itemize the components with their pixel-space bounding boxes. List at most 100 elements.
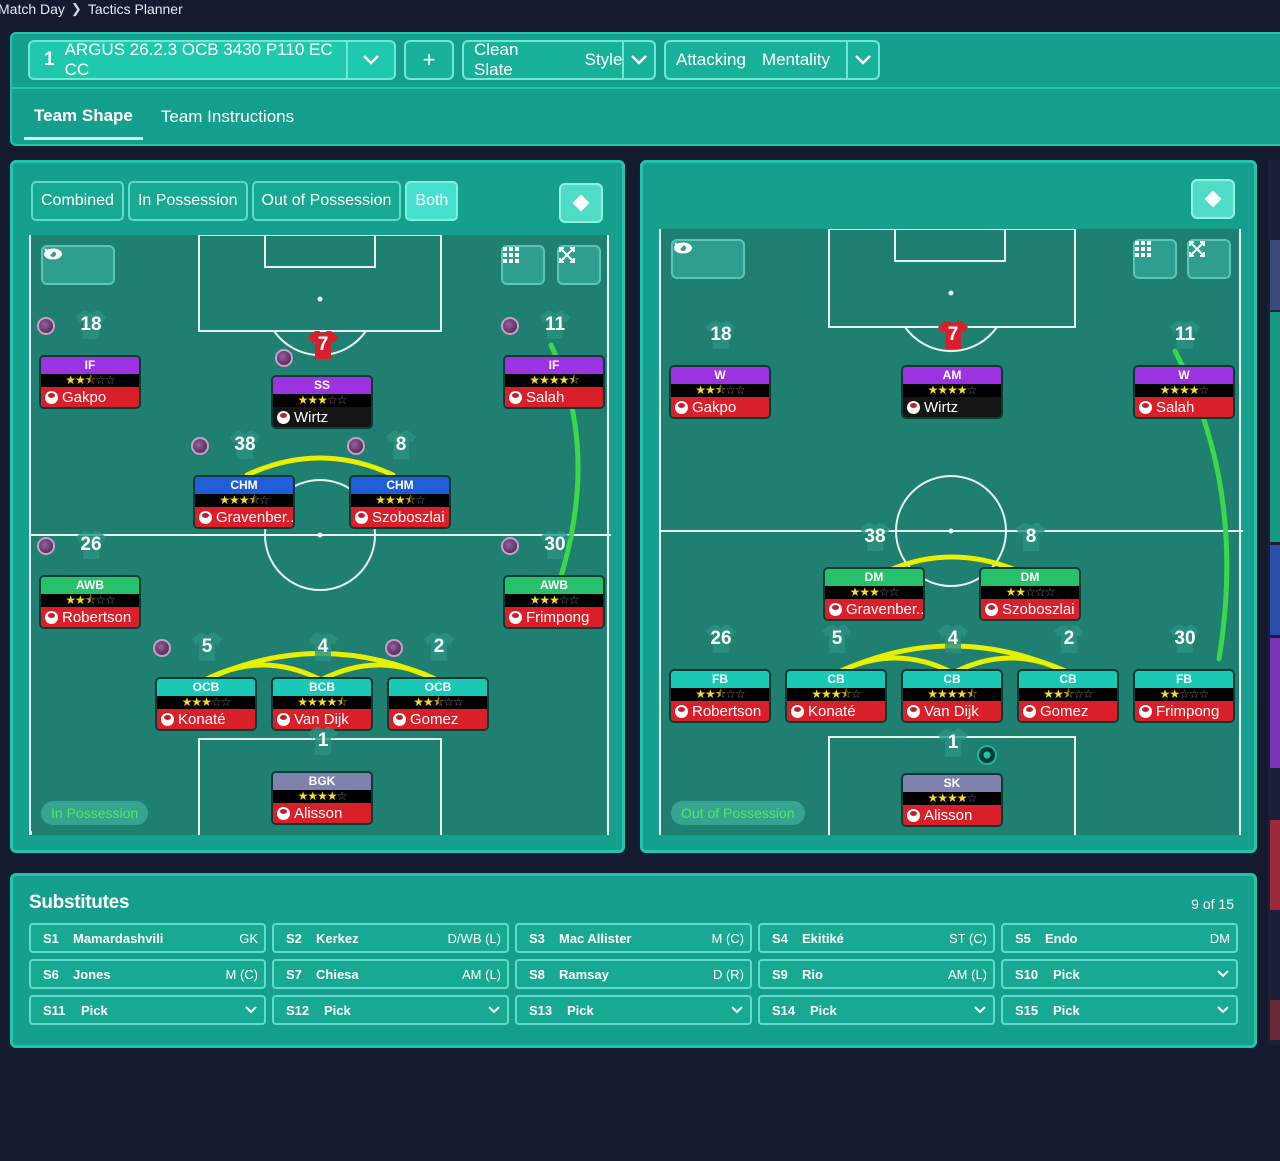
player-role-card[interactable]: BCB ★★★★⯪ Van Dijk bbox=[271, 677, 373, 731]
chevron-down-icon[interactable] bbox=[730, 1003, 744, 1018]
diamond-button[interactable] bbox=[1191, 179, 1235, 219]
player-card[interactable]: 18 IF ★★⯪☆☆ Gakpo bbox=[37, 311, 141, 409]
tab-team-shape[interactable]: Team Shape bbox=[24, 94, 143, 140]
player-role-card[interactable]: CB ★★⯪☆☆ Gomez bbox=[1017, 669, 1119, 723]
player-role-card[interactable]: IF ★★★★⯪ Salah bbox=[503, 355, 605, 409]
player-role-card[interactable]: AWB ★★★☆☆ Frimpong bbox=[503, 575, 605, 629]
player-role-card[interactable]: DM ★★★☆☆ Gravenber... bbox=[823, 567, 925, 621]
substitute-slot[interactable]: S2 Kerkez D/WB (L) bbox=[272, 923, 509, 953]
shirt-number: 30 bbox=[1174, 628, 1196, 649]
player-name: Salah bbox=[526, 388, 565, 406]
substitute-slot[interactable]: S5 Endo DM bbox=[1001, 923, 1238, 953]
substitute-slot[interactable]: S10 Pick bbox=[1001, 959, 1238, 989]
player-card[interactable]: 11 IF ★★★★⯪ Salah bbox=[501, 311, 605, 409]
add-tactic-button[interactable]: + bbox=[404, 40, 454, 80]
substitute-slot[interactable]: S3 Mac Allister M (C) bbox=[515, 923, 752, 953]
player-card[interactable]: 30 FB ★★☆☆☆ Frimpong bbox=[1133, 625, 1235, 723]
chevron-down-icon[interactable] bbox=[1216, 967, 1230, 982]
player-card[interactable]: 5 OCB ★★★☆☆ Konaté bbox=[153, 633, 257, 731]
player-role-card[interactable]: BGK ★★★★☆ Alisson bbox=[271, 771, 373, 825]
player-card[interactable]: 18 W ★★⯪☆☆ Gakpo bbox=[669, 321, 771, 419]
chevron-down-icon[interactable] bbox=[846, 42, 878, 78]
player-card[interactable]: 7 SS ★★★☆☆ Wirtz bbox=[271, 331, 373, 429]
substitutes-panel: Substitutes 9 of 15 S1 Mamardashvili GK S2 K… bbox=[10, 873, 1257, 1048]
visibility-toggle[interactable] bbox=[41, 245, 115, 285]
grid-view-button[interactable] bbox=[501, 245, 545, 285]
player-card[interactable]: 1 BGK ★★★★☆ Alisson bbox=[271, 727, 373, 825]
player-card[interactable]: 38 CHM ★★★⯪☆ Gravenber... bbox=[191, 431, 295, 529]
substitute-slot[interactable]: S11 Pick bbox=[29, 995, 266, 1025]
chevron-down-icon[interactable] bbox=[346, 42, 394, 78]
player-card[interactable]: 4 CB ★★★★⯪ Van Dijk bbox=[901, 625, 1003, 723]
player-card[interactable]: 2 OCB ★★⯪☆☆ Gomez bbox=[385, 633, 489, 731]
chevron-down-icon[interactable] bbox=[487, 1003, 501, 1018]
player-card[interactable]: 26 AWB ★★⯪☆☆ Robertson bbox=[37, 531, 141, 629]
substitute-slot[interactable]: S14 Pick bbox=[758, 995, 995, 1025]
player-name: Gomez bbox=[410, 710, 459, 728]
tab-team-instructions[interactable]: Team Instructions bbox=[151, 94, 304, 140]
player-name-row: Gomez bbox=[389, 709, 487, 729]
player-role-card[interactable]: FB ★★☆☆☆ Frimpong bbox=[1133, 669, 1235, 723]
player-role-card[interactable]: W ★★★★☆ Salah bbox=[1133, 365, 1235, 419]
player-role-card[interactable]: OCB ★★★☆☆ Konaté bbox=[155, 677, 257, 731]
chevron-down-icon[interactable] bbox=[1216, 1003, 1230, 1018]
chevron-down-icon[interactable] bbox=[622, 42, 654, 78]
player-role-card[interactable]: SK ★★★★☆ Alisson bbox=[901, 773, 1003, 827]
player-name: Frimpong bbox=[1156, 702, 1220, 720]
role-label: IF bbox=[41, 357, 139, 374]
player-role-card[interactable]: SS ★★★☆☆ Wirtz bbox=[271, 375, 373, 429]
player-card[interactable]: 11 W ★★★★☆ Salah bbox=[1133, 321, 1235, 419]
substitute-slot[interactable]: S9 Rio AM (L) bbox=[758, 959, 995, 989]
player-role-card[interactable]: CB ★★★⯪☆ Konaté bbox=[785, 669, 887, 723]
player-card[interactable]: 7 AM ★★★★☆ Wirtz bbox=[901, 321, 1003, 419]
role-label: SK bbox=[903, 775, 1001, 792]
substitute-slot[interactable]: S1 Mamardashvili GK bbox=[29, 923, 266, 953]
expand-button[interactable] bbox=[1187, 239, 1231, 279]
diamond-button[interactable] bbox=[559, 183, 603, 223]
player-role-card[interactable]: OCB ★★⯪☆☆ Gomez bbox=[387, 677, 489, 731]
player-role-card[interactable]: CB ★★★★⯪ Van Dijk bbox=[901, 669, 1003, 723]
player-role-card[interactable]: CHM ★★★⯪☆ Gravenber... bbox=[193, 475, 295, 529]
player-card[interactable]: 2 CB ★★⯪☆☆ Gomez bbox=[1017, 625, 1119, 723]
tactic-selector[interactable]: 1 ARGUS 26.2.3 OCB 3430 P110 EC CC bbox=[28, 40, 396, 80]
visibility-toggle[interactable] bbox=[671, 239, 745, 279]
substitute-slot[interactable]: S15 Pick bbox=[1001, 995, 1238, 1025]
player-card[interactable]: 1 SK ★★★★☆ Alisson bbox=[901, 729, 1003, 827]
breadcrumb-parent[interactable]: Match Day bbox=[0, 1, 65, 17]
style-selector[interactable]: Clean Slate Style bbox=[462, 40, 656, 80]
player-card[interactable]: 38 DM ★★★☆☆ Gravenber... bbox=[823, 523, 925, 621]
player-role-card[interactable]: AM ★★★★☆ Wirtz bbox=[901, 365, 1003, 419]
chevron-down-icon[interactable] bbox=[973, 1003, 987, 1018]
mentality-selector[interactable]: Attacking Mentality bbox=[664, 40, 880, 80]
role-rating-stars: ★★★☆☆ bbox=[157, 696, 255, 709]
player-role-card[interactable]: AWB ★★⯪☆☆ Robertson bbox=[39, 575, 141, 629]
player-card[interactable]: 26 FB ★★⯪☆☆ Robertson bbox=[669, 625, 771, 723]
tab-both[interactable]: Both bbox=[405, 181, 459, 221]
substitute-slot[interactable]: S4 Ekitiké ST (C) bbox=[758, 923, 995, 953]
shirt-number: 30 bbox=[544, 534, 566, 555]
substitute-slot[interactable]: S8 Ramsay D (R) bbox=[515, 959, 752, 989]
grid-view-button[interactable] bbox=[1133, 239, 1177, 279]
player-card[interactable]: 30 AWB ★★★☆☆ Frimpong bbox=[501, 531, 605, 629]
role-label: CB bbox=[1019, 671, 1117, 688]
player-role-card[interactable]: W ★★⯪☆☆ Gakpo bbox=[669, 365, 771, 419]
player-card[interactable]: 8 CHM ★★★⯪☆ Szoboszlai bbox=[347, 431, 451, 529]
player-role-card[interactable]: IF ★★⯪☆☆ Gakpo bbox=[39, 355, 141, 409]
player-card[interactable]: 4 BCB ★★★★⯪ Van Dijk bbox=[271, 633, 373, 731]
player-card[interactable]: 8 DM ★★☆☆☆ Szoboszlai bbox=[979, 523, 1081, 621]
player-role-card[interactable]: FB ★★⯪☆☆ Robertson bbox=[669, 669, 771, 723]
player-role-card[interactable]: DM ★★☆☆☆ Szoboszlai bbox=[979, 567, 1081, 621]
player-name-row: Gakpo bbox=[41, 387, 139, 407]
tab-combined[interactable]: Combined bbox=[31, 181, 124, 221]
player-role-card[interactable]: CHM ★★★⯪☆ Szoboszlai bbox=[349, 475, 451, 529]
tab-in-possession[interactable]: In Possession bbox=[127, 181, 248, 221]
player-card[interactable]: 5 CB ★★★⯪☆ Konaté bbox=[785, 625, 887, 723]
substitute-slot[interactable]: S6 Jones M (C) bbox=[29, 959, 266, 989]
substitute-slot[interactable]: S7 Chiesa AM (L) bbox=[272, 959, 509, 989]
player-icon bbox=[829, 602, 842, 616]
chevron-down-icon[interactable] bbox=[244, 1003, 258, 1018]
substitute-slot[interactable]: S12 Pick bbox=[272, 995, 509, 1025]
expand-button[interactable] bbox=[557, 245, 601, 285]
substitute-slot[interactable]: S13 Pick bbox=[515, 995, 752, 1025]
tab-out-of-possession[interactable]: Out of Possession bbox=[251, 181, 402, 221]
